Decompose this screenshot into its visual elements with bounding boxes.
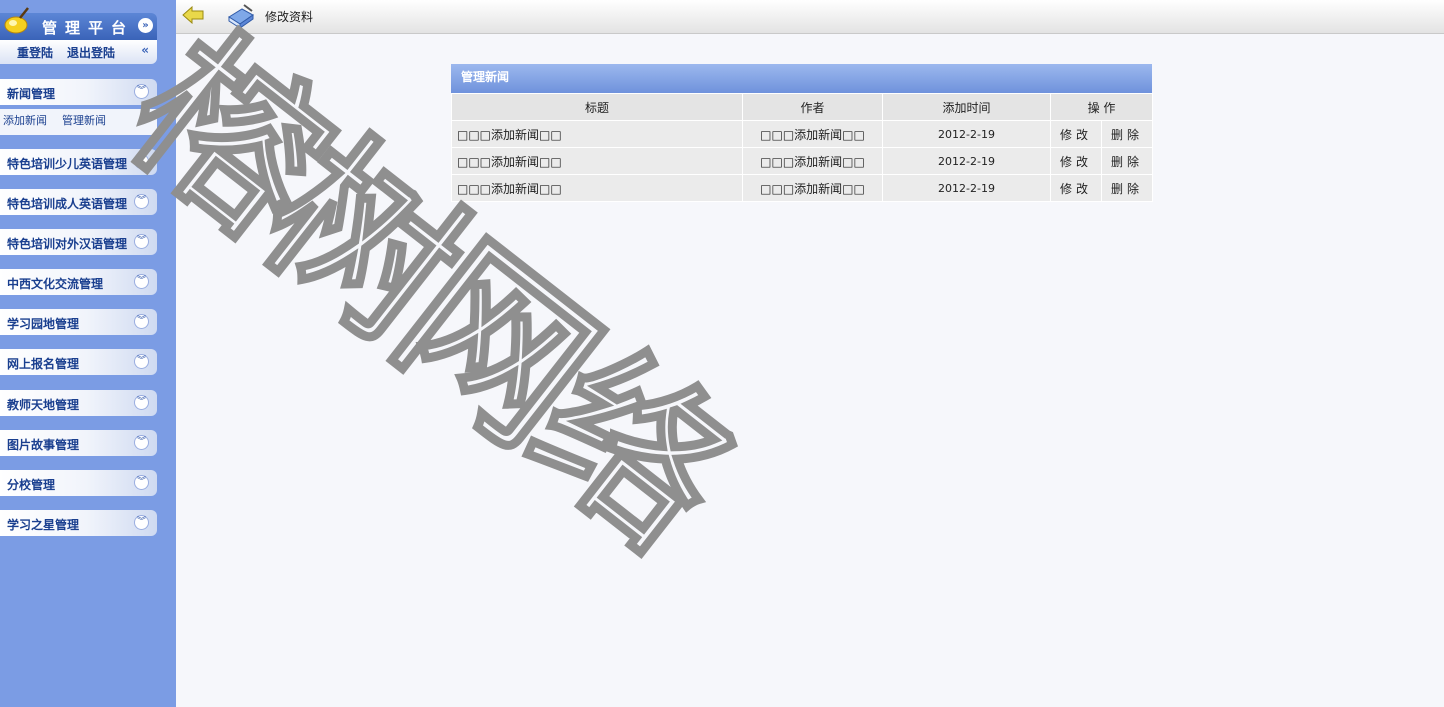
news-panel: 管理新闻 标题 作者 添加时间 操 作 □□□添加新闻□□ □□□添加新闻□□ …	[451, 64, 1154, 202]
page-title: 修改资料	[265, 10, 314, 24]
column-header-actions: 操 作	[1049, 93, 1154, 121]
chevron-down-icon[interactable]: ︾	[134, 314, 149, 329]
submenu-news: 添加新闻 管理新闻	[0, 109, 157, 135]
delete-link[interactable]: 删除	[1111, 155, 1143, 169]
menu-label: 中西文化交流管理	[7, 277, 104, 291]
menu-kids-english[interactable]: 特色培训少儿英语管理 ︾	[0, 149, 157, 175]
news-title: □□□添加新闻□□	[451, 120, 743, 148]
menu-chinese-foreign[interactable]: 特色培训对外汉语管理 ︾	[0, 229, 157, 255]
menu-label: 教师天地管理	[7, 398, 80, 412]
chevron-down-icon[interactable]: ︾	[134, 395, 149, 410]
panel-title: 管理新闻	[451, 64, 1152, 93]
menu-label: 学习之星管理	[7, 518, 80, 532]
news-author: □□□添加新闻□□	[742, 120, 883, 148]
news-table: 标题 作者 添加时间 操 作 □□□添加新闻□□ □□□添加新闻□□ 2012-…	[451, 93, 1154, 202]
menu-label: 特色培训少儿英语管理	[7, 157, 128, 171]
column-header-date: 添加时间	[882, 93, 1051, 121]
menu-online-signup[interactable]: 网上报名管理 ︾	[0, 349, 157, 375]
collapse-icon[interactable]: »	[138, 18, 153, 33]
add-news-link[interactable]: 添加新闻	[3, 112, 47, 128]
menu-label: 分校管理	[7, 478, 56, 492]
menu-study-garden[interactable]: 学习园地管理 ︾	[0, 309, 157, 335]
table-header-row: 标题 作者 添加时间 操 作	[451, 93, 1154, 121]
delete-link[interactable]: 删除	[1111, 128, 1143, 142]
sidebar: 管理平台 » 重登陆 退出登陆 « 新闻管理 ︾ 添加新闻 管理新闻 特色培训少…	[0, 0, 176, 707]
chevron-down-icon[interactable]: ︾	[134, 194, 149, 209]
manage-news-link[interactable]: 管理新闻	[62, 112, 106, 128]
chevron-down-icon[interactable]: ︾	[134, 475, 149, 490]
menu-study-stars[interactable]: 学习之星管理 ︾	[0, 510, 157, 536]
login-bar: 重登陆 退出登陆 «	[0, 40, 157, 64]
brand-title: 管理平台	[42, 19, 135, 37]
column-header-title: 标题	[451, 93, 743, 121]
table-row: □□□添加新闻□□ □□□添加新闻□□ 2012-2-19 修改 删除	[451, 120, 1154, 148]
menu-label: 特色培训对外汉语管理	[7, 237, 128, 251]
news-author: □□□添加新闻□□	[742, 174, 883, 202]
news-date: 2012-2-19	[882, 120, 1051, 148]
column-header-author: 作者	[742, 93, 883, 121]
top-bar: 修改资料	[176, 0, 1444, 34]
news-title: □□□添加新闻□□	[451, 174, 743, 202]
collapse-sidebar-icon[interactable]: «	[141, 43, 149, 57]
delete-link[interactable]: 删除	[1111, 182, 1143, 196]
brand-header: 管理平台 »	[0, 7, 157, 40]
relogin-link[interactable]: 重登陆	[17, 44, 53, 61]
menu-label: 图片故事管理	[7, 438, 80, 452]
news-title: □□□添加新闻□□	[451, 147, 743, 175]
chevron-down-icon[interactable]: ︾	[134, 154, 149, 169]
menu-culture-exchange[interactable]: 中西文化交流管理 ︾	[0, 269, 157, 295]
menu-news[interactable]: 新闻管理 ︾	[0, 79, 157, 105]
chevron-down-icon[interactable]: ︾	[134, 354, 149, 369]
chevron-down-icon[interactable]: ︾	[134, 435, 149, 450]
chevron-down-icon[interactable]: ︾	[134, 234, 149, 249]
menu-label: 特色培训成人英语管理	[7, 197, 128, 211]
logo-icon	[4, 7, 29, 34]
chevron-down-icon[interactable]: ︾	[134, 515, 149, 530]
menu-label: 学习园地管理	[7, 317, 80, 331]
chevron-down-icon[interactable]: ︾	[134, 84, 149, 99]
book-icon	[228, 4, 254, 29]
logout-link[interactable]: 退出登陆	[67, 44, 115, 61]
chevron-down-icon[interactable]: ︾	[134, 274, 149, 289]
menu-photo-stories[interactable]: 图片故事管理 ︾	[0, 430, 157, 456]
news-date: 2012-2-19	[882, 174, 1051, 202]
table-row: □□□添加新闻□□ □□□添加新闻□□ 2012-2-19 修改 删除	[451, 174, 1154, 202]
table-row: □□□添加新闻□□ □□□添加新闻□□ 2012-2-19 修改 删除	[451, 147, 1154, 175]
edit-link[interactable]: 修改	[1060, 128, 1092, 142]
menu-label: 新闻管理	[7, 87, 56, 101]
news-date: 2012-2-19	[882, 147, 1051, 175]
menu-adult-english[interactable]: 特色培训成人英语管理 ︾	[0, 189, 157, 215]
menu-branches[interactable]: 分校管理 ︾	[0, 470, 157, 496]
news-author: □□□添加新闻□□	[742, 147, 883, 175]
back-arrow-icon[interactable]	[182, 6, 204, 24]
menu-label: 网上报名管理	[7, 357, 80, 371]
edit-link[interactable]: 修改	[1060, 182, 1092, 196]
menu-teachers[interactable]: 教师天地管理 ︾	[0, 390, 157, 416]
edit-link[interactable]: 修改	[1060, 155, 1092, 169]
